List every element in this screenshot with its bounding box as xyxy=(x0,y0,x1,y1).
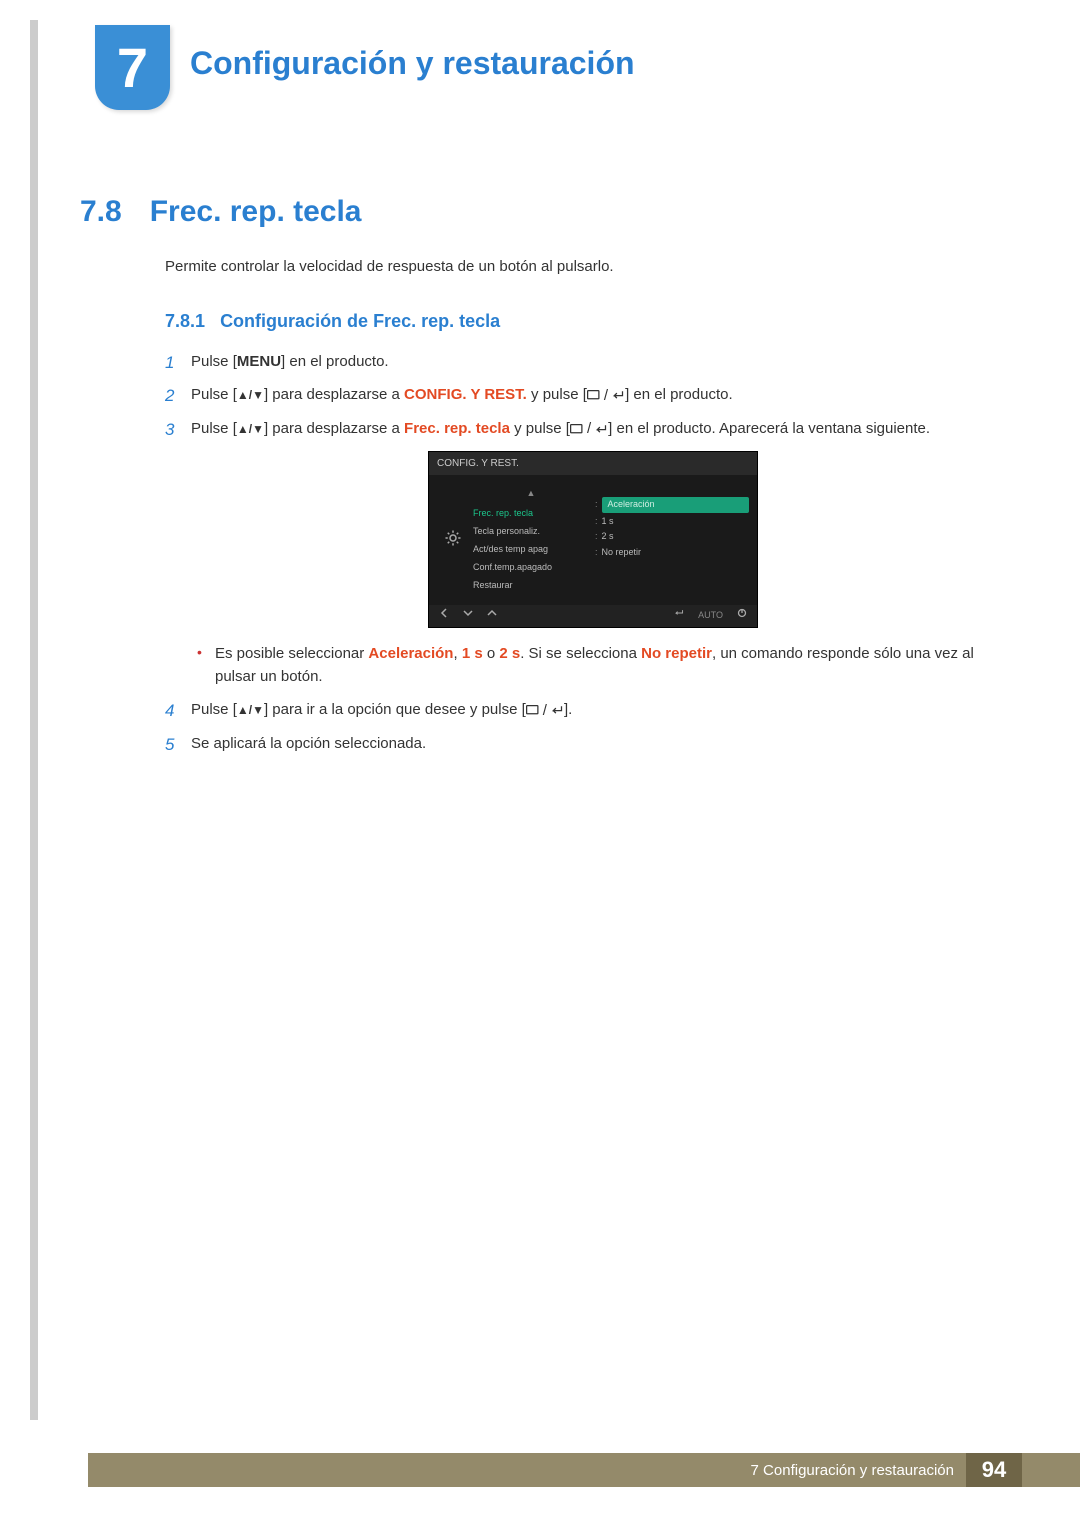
text: Pulse [ xyxy=(191,420,237,437)
opt-aceleracion: Aceleración xyxy=(368,645,453,662)
osd-menu-item: Act/des temp apag xyxy=(473,541,589,559)
text: ] para ir a la opción que desee y pulse … xyxy=(264,701,526,718)
up-icon xyxy=(487,608,497,623)
step-5: Se aplicará la opción seleccionada. xyxy=(165,732,995,755)
gear-icon xyxy=(444,529,462,547)
section-heading: 7.8 Frec. rep. tecla xyxy=(80,195,362,229)
osd-menu-item: Restaurar xyxy=(473,577,589,595)
footer-text: 7 Configuración y restauración xyxy=(751,1462,966,1479)
step-3: Pulse [▲/▼] para desplazarse a Frec. rep… xyxy=(165,417,995,688)
osd-menu: ▲ Frec. rep. tecla Tecla personaliz. Act… xyxy=(469,481,589,595)
note-item: Es posible seleccionar Aceleración, 1 s … xyxy=(191,642,995,689)
text: y pulse [ xyxy=(510,420,570,437)
subsection-heading: 7.8.1 Configuración de Frec. rep. tecla xyxy=(165,308,995,336)
section-title: Frec. rep. tecla xyxy=(150,195,362,229)
osd-value-row: :Aceleración xyxy=(595,496,749,514)
text: Pulse [ xyxy=(191,701,237,718)
osd-title: CONFIG. Y REST. xyxy=(429,452,757,476)
step-2: Pulse [▲/▼] para desplazarse a CONFIG. Y… xyxy=(165,383,995,407)
page-number: 94 xyxy=(966,1453,1022,1487)
spacer xyxy=(595,481,749,493)
text: Se aplicará la opción seleccionada. xyxy=(191,735,426,752)
menu-key-label: MENU xyxy=(237,353,281,370)
osd-value: No repetir xyxy=(602,546,642,560)
text: . Si se selecciona xyxy=(520,645,641,662)
text: ] para desplazarse a xyxy=(264,386,404,403)
osd-menu-item: Conf.temp.apagado xyxy=(473,559,589,577)
text: ] en el producto. xyxy=(625,386,733,403)
section-number: 7.8 xyxy=(80,195,122,229)
opt-2s: 2 s xyxy=(499,645,520,662)
config-rest-label: CONFIG. Y REST. xyxy=(404,386,527,403)
text: Es posible seleccionar xyxy=(215,645,368,662)
updown-icon: ▲/▼ xyxy=(237,701,264,720)
step-1: Pulse [MENU] en el producto. xyxy=(165,350,995,373)
osd-menu-item: Frec. rep. tecla xyxy=(473,505,589,523)
steps-list: Pulse [MENU] en el producto. Pulse [▲/▼]… xyxy=(165,350,995,755)
text: ] para desplazarse a xyxy=(264,420,404,437)
osd-value: 2 s xyxy=(602,530,614,544)
step-4: Pulse [▲/▼] para ir a la opción que dese… xyxy=(165,698,995,722)
left-icon xyxy=(439,608,449,623)
osd-menu-item: Tecla personaliz. xyxy=(473,523,589,541)
osd-category-icon xyxy=(437,481,469,595)
subsection-number: 7.8.1 xyxy=(165,311,205,331)
note-list: Es posible seleccionar Aceleración, 1 s … xyxy=(191,642,995,689)
osd-value-row: :2 s xyxy=(595,529,749,545)
subsection-title: Configuración de Frec. rep. tecla xyxy=(220,311,500,331)
text: ] en el producto. Aparecerá la ventana s… xyxy=(608,420,930,437)
text: o xyxy=(483,645,500,662)
text: ]. xyxy=(564,701,572,718)
osd-screenshot: CONFIG. Y REST. ▲ Frec. rep. tecla Tecla… xyxy=(428,451,758,628)
osd-value-selected: Aceleración xyxy=(602,497,749,513)
chapter-tab: 7 xyxy=(95,25,170,110)
text: Pulse [ xyxy=(191,386,237,403)
text: Pulse [ xyxy=(191,353,237,370)
text: y pulse [ xyxy=(527,386,587,403)
opt-1s: 1 s xyxy=(462,645,483,662)
osd-values: :Aceleración :1 s :2 s :No repetir xyxy=(589,481,749,595)
text: ] en el producto. xyxy=(281,353,389,370)
frec-rep-label: Frec. rep. tecla xyxy=(404,420,510,437)
source-enter-icons: / xyxy=(570,417,608,440)
text: , xyxy=(453,645,461,662)
osd-value-row: :1 s xyxy=(595,514,749,530)
enter-icon xyxy=(674,608,684,623)
footer-bar: 7 Configuración y restauración 94 xyxy=(88,1453,1080,1487)
source-enter-icons: / xyxy=(526,699,564,722)
auto-label: AUTO xyxy=(698,609,723,623)
intro-text: Permite controlar la velocidad de respue… xyxy=(165,255,995,278)
updown-icon: ▲/▼ xyxy=(237,420,264,439)
osd-body: ▲ Frec. rep. tecla Tecla personaliz. Act… xyxy=(429,475,757,605)
down-icon xyxy=(463,608,473,623)
chapter-number: 7 xyxy=(117,36,148,99)
updown-icon: ▲/▼ xyxy=(237,386,264,405)
osd-footer: AUTO xyxy=(429,605,757,627)
chevron-up-icon: ▲ xyxy=(473,485,589,503)
body-content: Permite controlar la velocidad de respue… xyxy=(165,255,995,765)
opt-norepetir: No repetir xyxy=(641,645,712,662)
source-enter-icons: / xyxy=(587,384,625,407)
osd-value-row: :No repetir xyxy=(595,545,749,561)
side-stripe xyxy=(30,20,38,1420)
chapter-title: Configuración y restauración xyxy=(190,45,635,82)
osd-value: 1 s xyxy=(602,515,614,529)
power-icon xyxy=(737,608,747,623)
